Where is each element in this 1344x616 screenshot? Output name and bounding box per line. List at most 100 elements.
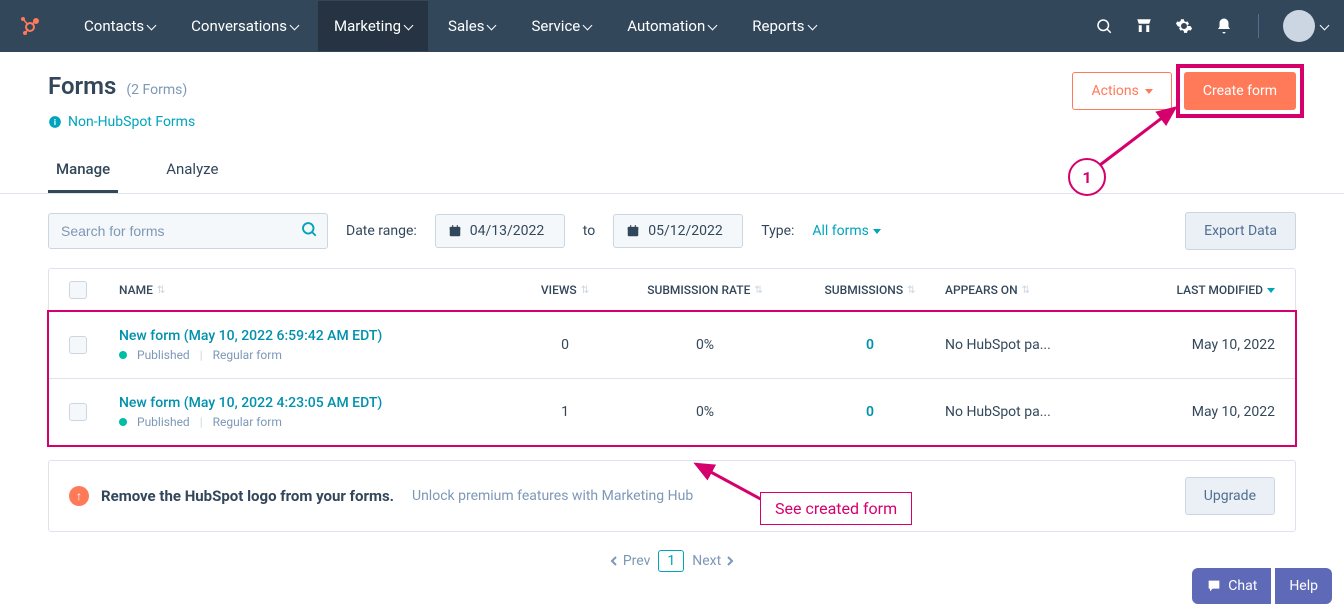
- sort-icon: ⇅: [157, 285, 165, 296]
- header-name[interactable]: NAME⇅: [119, 283, 515, 297]
- table-row: New form (May 10, 2022 6:59:42 AM EDT) Pu…: [49, 312, 1295, 379]
- sort-desc-icon: [1267, 288, 1275, 293]
- type-filter[interactable]: All forms: [812, 223, 881, 239]
- header-appears-on[interactable]: APPEARS ON⇅: [945, 283, 1115, 297]
- caret-down-icon: [1145, 89, 1153, 94]
- status-dot-icon: [119, 418, 127, 426]
- views-value: 0: [561, 337, 569, 353]
- chevron-down-icon: [148, 17, 155, 35]
- upgrade-button[interactable]: Upgrade: [1185, 477, 1275, 515]
- date-to-label: to: [583, 223, 595, 239]
- header-views[interactable]: VIEWS⇅: [515, 283, 615, 297]
- meta-divider: |: [200, 348, 203, 362]
- header-submission-rate[interactable]: SUBMISSION RATE⇅: [615, 283, 795, 297]
- annotation-step-1: 1: [1068, 158, 1106, 196]
- hubspot-logo-icon[interactable]: [16, 12, 44, 40]
- chevron-down-icon: [809, 17, 816, 35]
- form-type: Regular form: [213, 415, 282, 429]
- page-title: Forms: [48, 72, 116, 100]
- submissions-value[interactable]: 0: [866, 337, 874, 353]
- row-checkbox[interactable]: [69, 403, 87, 421]
- nav-item-service[interactable]: Service: [515, 1, 607, 51]
- appears-on-value: No HubSpot pa...: [945, 337, 1051, 353]
- submission-rate-value: 0%: [696, 404, 714, 420]
- chevron-down-icon: [405, 17, 412, 35]
- nav-item-conversations[interactable]: Conversations: [175, 1, 314, 51]
- form-status: Published: [137, 348, 190, 362]
- banner-title: Remove the HubSpot logo from your forms.: [101, 487, 394, 505]
- upgrade-arrow-icon: ↑: [69, 486, 89, 506]
- chat-icon: [1206, 578, 1222, 594]
- search-icon[interactable]: [1094, 16, 1114, 36]
- chevron-down-icon: [709, 17, 716, 35]
- header-last-modified[interactable]: LAST MODIFIED: [1115, 283, 1275, 297]
- svg-text:i: i: [54, 117, 56, 127]
- nav-divider: [1258, 14, 1259, 38]
- settings-gear-icon[interactable]: [1174, 16, 1194, 36]
- chevron-down-icon: [488, 17, 495, 35]
- calendar-icon: [626, 224, 640, 238]
- actions-button[interactable]: Actions: [1072, 72, 1171, 110]
- chevron-down-icon: [291, 17, 298, 35]
- chevron-down-icon: [1321, 17, 1328, 36]
- nav-item-sales[interactable]: Sales: [432, 1, 511, 51]
- sort-icon: ⇅: [754, 285, 762, 296]
- meta-divider: |: [200, 415, 203, 429]
- prev-page-button[interactable]: Prev: [609, 553, 651, 569]
- form-name-link[interactable]: New form (May 10, 2022 4:23:05 AM EDT): [119, 395, 382, 411]
- date-from-input[interactable]: 04/13/2022: [435, 214, 565, 248]
- status-dot-icon: [119, 351, 127, 359]
- upgrade-banner: ↑ Remove the HubSpot logo from your form…: [48, 460, 1296, 532]
- chevron-down-icon: [584, 17, 591, 35]
- pagination: Prev 1 Next: [48, 550, 1296, 572]
- select-all-checkbox[interactable]: [69, 281, 87, 299]
- table-row: New form (May 10, 2022 4:23:05 AM EDT) Pu…: [49, 379, 1295, 445]
- next-page-button[interactable]: Next: [692, 553, 735, 569]
- row-checkbox[interactable]: [69, 336, 87, 354]
- forms-table: NAME⇅ VIEWS⇅ SUBMISSION RATE⇅ SUBMISSION…: [48, 268, 1296, 446]
- page-number-current[interactable]: 1: [658, 550, 684, 572]
- chevron-right-icon: [725, 556, 735, 566]
- last-modified-value: May 10, 2022: [1192, 337, 1275, 353]
- nav-item-reports[interactable]: Reports: [736, 1, 831, 51]
- top-navigation: Contacts Conversations Marketing Sales S…: [0, 0, 1344, 52]
- export-data-button[interactable]: Export Data: [1185, 212, 1296, 250]
- search-icon[interactable]: [300, 220, 318, 242]
- form-status: Published: [137, 415, 190, 429]
- sort-icon: ⇅: [907, 285, 915, 296]
- avatar-icon: [1283, 10, 1315, 42]
- form-name-link[interactable]: New form (May 10, 2022 6:59:42 AM EDT): [119, 328, 382, 344]
- chat-widget[interactable]: Chat: [1192, 568, 1271, 604]
- forms-count: (2 Forms): [126, 82, 187, 98]
- sort-icon: ⇅: [1022, 285, 1030, 296]
- nav-item-contacts[interactable]: Contacts: [68, 1, 171, 51]
- nav-item-marketing[interactable]: Marketing: [318, 1, 428, 51]
- info-icon: i: [48, 115, 62, 129]
- submissions-value[interactable]: 0: [866, 404, 874, 420]
- account-menu[interactable]: [1283, 10, 1328, 42]
- banner-text: Unlock premium features with Marketing H…: [412, 488, 693, 504]
- date-to-input[interactable]: 05/12/2022: [613, 214, 743, 248]
- marketplace-icon[interactable]: [1134, 16, 1154, 36]
- notifications-bell-icon[interactable]: [1214, 16, 1234, 36]
- annotation-see-created-form: See created form: [760, 492, 912, 525]
- last-modified-value: May 10, 2022: [1192, 404, 1275, 420]
- sort-icon: ⇅: [581, 285, 589, 296]
- header-submissions[interactable]: SUBMISSIONS⇅: [795, 283, 945, 297]
- appears-on-value: No HubSpot pa...: [945, 404, 1051, 420]
- search-input[interactable]: [48, 213, 328, 249]
- tab-manage[interactable]: Manage: [48, 148, 118, 193]
- date-range-label: Date range:: [346, 223, 417, 239]
- submission-rate-value: 0%: [696, 337, 714, 353]
- calendar-icon: [448, 224, 462, 238]
- help-widget[interactable]: Help: [1275, 568, 1332, 604]
- caret-down-icon: [873, 229, 881, 234]
- views-value: 1: [561, 404, 569, 420]
- create-form-button[interactable]: Create form: [1184, 72, 1296, 110]
- non-hubspot-forms-link[interactable]: i Non-HubSpot Forms: [48, 114, 195, 130]
- nav-item-automation[interactable]: Automation: [611, 1, 732, 51]
- form-type: Regular form: [213, 348, 282, 362]
- type-label: Type:: [761, 223, 794, 239]
- chevron-left-icon: [609, 556, 619, 566]
- tab-analyze[interactable]: Analyze: [158, 148, 226, 193]
